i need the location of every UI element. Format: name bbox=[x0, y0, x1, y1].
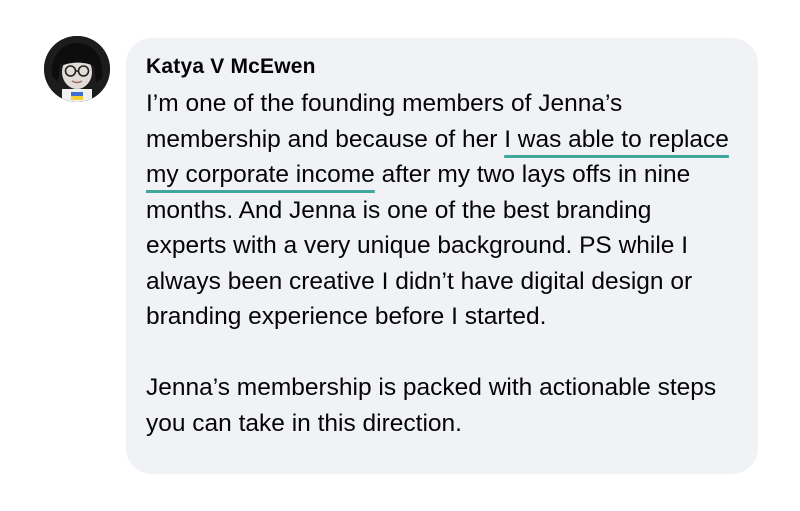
avatar[interactable] bbox=[44, 36, 110, 102]
profile-photo-icon bbox=[44, 36, 110, 102]
comment-row: Katya V McEwen I’m one of the founding m… bbox=[0, 0, 800, 511]
comment-paragraph-1: I’m one of the founding members of Jenna… bbox=[146, 86, 738, 335]
comment-author-name[interactable]: Katya V McEwen bbox=[146, 54, 738, 80]
comment-bubble: Katya V McEwen I’m one of the founding m… bbox=[126, 38, 758, 474]
comment-paragraph-2: Jenna’s membership is packed with action… bbox=[146, 374, 717, 437]
comment-text: I’m one of the founding members of Jenna… bbox=[146, 86, 738, 441]
